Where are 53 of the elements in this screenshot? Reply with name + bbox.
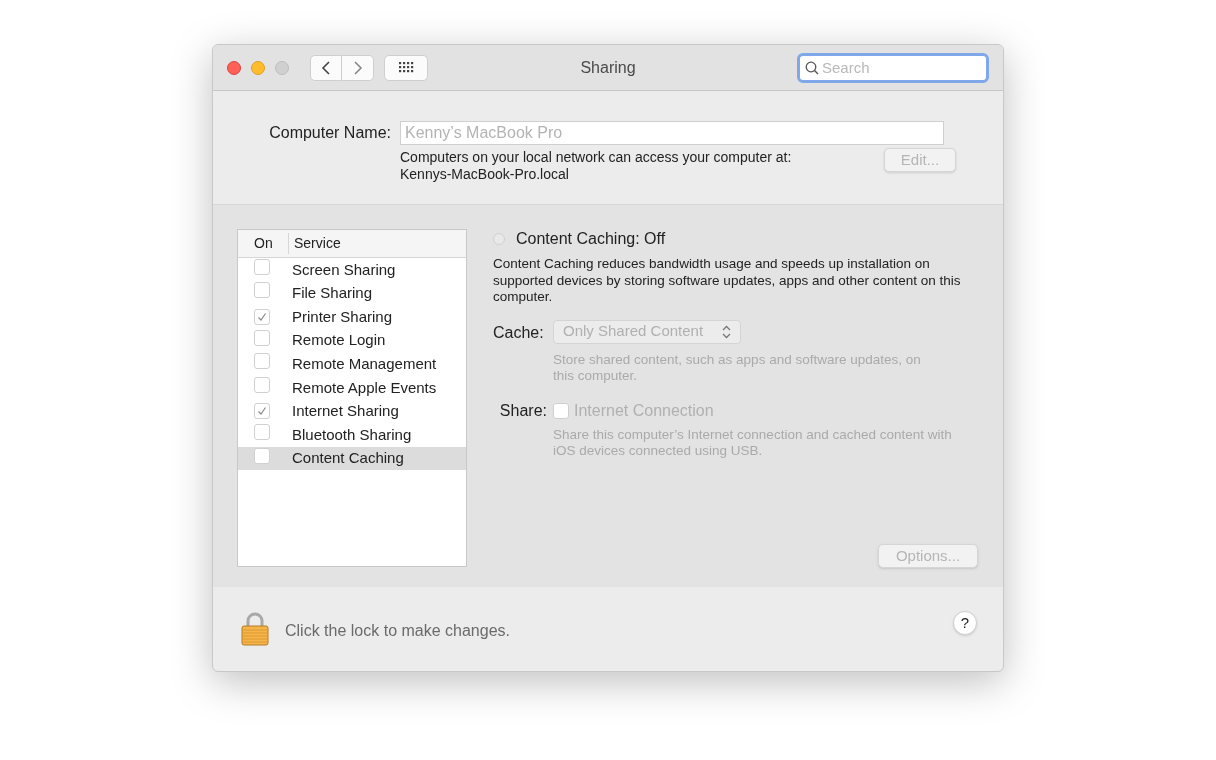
minimize-icon[interactable] xyxy=(251,60,265,75)
checkbox[interactable] xyxy=(254,447,270,464)
checkbox[interactable] xyxy=(254,309,270,325)
service-row[interactable]: Bluetooth Sharing xyxy=(238,423,466,447)
checkmark-icon xyxy=(257,406,267,417)
close-icon[interactable] xyxy=(227,60,241,75)
computer-name-label: Computer Name: xyxy=(268,123,391,143)
service-name: Remote Apple Events xyxy=(292,377,437,398)
column-header[interactable]: Service xyxy=(289,233,341,254)
service-row[interactable]: Remote Apple Events xyxy=(238,375,466,400)
service-name: File Sharing xyxy=(292,283,373,304)
description: Content Caching reduces bandwidth usage and speeds up installation on supported devices by storing software updates, apps and other content on this computer. xyxy=(493,256,961,306)
service-row[interactable]: Internet Sharing xyxy=(238,399,466,424)
checkbox[interactable] xyxy=(254,403,270,420)
share-hint: Share this computer’s Internet connection and cached content with iOS devices connected using USB. xyxy=(553,426,953,460)
grid-icon[interactable] xyxy=(384,54,428,81)
checkbox[interactable] xyxy=(254,258,270,275)
status-title: Content Caching: Off xyxy=(516,229,666,249)
address-note: Kennys-MacBook-Pro.local xyxy=(400,166,570,183)
service-name: Screen Sharing xyxy=(292,259,396,280)
service-row[interactable]: Screen Sharing xyxy=(238,258,466,282)
chevron-updown-icon xyxy=(722,324,731,339)
checkbox[interactable] xyxy=(254,376,270,393)
service-row[interactable]: Remote Management xyxy=(238,352,466,376)
checkbox[interactable] xyxy=(254,423,270,440)
search-field[interactable]: Search xyxy=(797,52,989,83)
lock-icon[interactable] xyxy=(241,612,269,646)
service-name: Bluetooth Sharing xyxy=(292,424,412,445)
help-button[interactable]: ? xyxy=(953,611,977,635)
checkbox[interactable] xyxy=(254,329,270,346)
service-row[interactable]: Content Caching xyxy=(238,446,466,471)
service-name: Remote Login xyxy=(292,330,386,351)
address-note: Computers on your local network can access your computer at: xyxy=(400,149,793,166)
zoom-icon[interactable] xyxy=(275,60,289,75)
column-header[interactable]: On xyxy=(238,233,289,254)
cache-hint: Store shared content, such as apps and software updates, on this computer. xyxy=(553,351,922,385)
service-name: Content Caching xyxy=(292,448,404,469)
service-name: Internet Sharing xyxy=(292,401,399,422)
search-icon xyxy=(805,60,819,75)
back-icon[interactable] xyxy=(310,54,342,81)
window-title: Sharing xyxy=(580,57,636,78)
share-label: Share: xyxy=(498,400,547,421)
service-name: Remote Management xyxy=(292,353,437,374)
service-row[interactable]: File Sharing xyxy=(238,281,466,306)
cache-label: Cache: xyxy=(493,322,545,343)
service-row[interactable]: Remote Login xyxy=(238,328,466,353)
checkbox[interactable] xyxy=(254,282,270,299)
lock-message: Click the lock to make changes. xyxy=(285,621,510,641)
checkbox[interactable] xyxy=(254,353,270,370)
service-row[interactable]: Printer Sharing xyxy=(238,305,466,329)
checkmark-icon xyxy=(257,312,267,322)
forward-icon[interactable] xyxy=(342,54,374,81)
service-name: Printer Sharing xyxy=(292,306,393,327)
